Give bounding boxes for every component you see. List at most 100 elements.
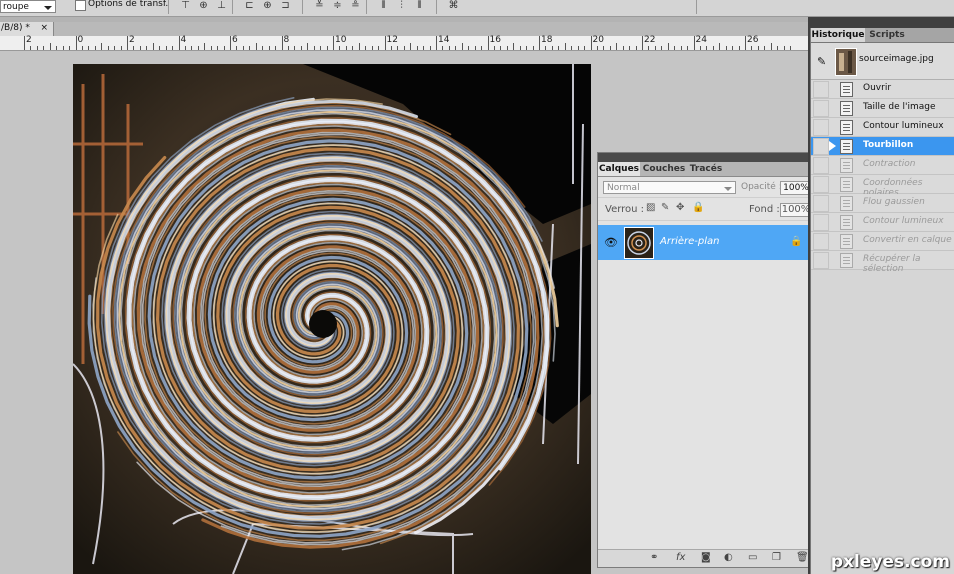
fx-icon[interactable]: fx bbox=[676, 552, 685, 563]
group-folder-icon[interactable]: ▭ bbox=[748, 552, 757, 563]
ruler-major-tick bbox=[436, 36, 437, 50]
tab-couches[interactable]: Couches bbox=[642, 162, 686, 176]
history-snapshot[interactable]: ✎ sourceimage.jpg bbox=[811, 43, 954, 80]
ruler-major-tick bbox=[75, 36, 77, 50]
ruler-minor-tick bbox=[738, 46, 740, 50]
tab-scripts[interactable]: Scripts bbox=[867, 28, 907, 42]
history-source-box[interactable] bbox=[813, 81, 829, 98]
layer-row-background[interactable]: 👁 Arrière-plan 🔒 bbox=[598, 225, 814, 260]
lock-all-icon[interactable]: 🔒 bbox=[692, 202, 704, 213]
align-vcenter-icon[interactable]: ⊕ bbox=[198, 1, 209, 11]
ruler-major-tick bbox=[230, 36, 231, 50]
distribute-left-icon[interactable]: ⫴ bbox=[378, 1, 389, 11]
ruler-major-tick bbox=[693, 36, 695, 50]
distribute-bottom-icon[interactable]: ≗ bbox=[350, 1, 361, 11]
history-state-label: Ouvrir bbox=[863, 83, 892, 93]
eye-icon[interactable]: 👁 bbox=[604, 236, 618, 249]
history-state-8[interactable]: Convertir en calque bbox=[811, 232, 954, 251]
ruler-minor-tick bbox=[719, 43, 721, 50]
mask-icon[interactable]: ◙ bbox=[701, 552, 711, 563]
history-step-icon bbox=[840, 82, 853, 97]
history-state-5[interactable]: Coordonnées polaires bbox=[811, 175, 954, 198]
tab-calques[interactable]: Calques bbox=[598, 162, 640, 176]
history-state-1[interactable]: Taille de l'image bbox=[811, 99, 954, 118]
lock-icon: 🔒 bbox=[790, 236, 803, 247]
transform-options-checkbox[interactable] bbox=[75, 0, 86, 11]
panel-drag-bar[interactable]: ◂◂ bbox=[598, 151, 828, 162]
ruler-minor-tick bbox=[571, 46, 573, 50]
blend-mode-dropdown[interactable]: Normal bbox=[603, 181, 736, 194]
tab-traces[interactable]: Tracés bbox=[688, 162, 724, 176]
document-image[interactable] bbox=[73, 64, 591, 574]
lock-position-icon[interactable]: ✥ bbox=[676, 202, 684, 213]
ruler-minor-tick bbox=[609, 46, 611, 50]
snapshot-brush-icon[interactable]: ✎ bbox=[817, 55, 826, 68]
distribute-right-icon[interactable]: ⫴ bbox=[414, 1, 425, 11]
distribute-top-icon[interactable]: ≚ bbox=[314, 1, 325, 11]
history-step-icon bbox=[840, 215, 853, 230]
distribute-vcenter-icon[interactable]: ≑ bbox=[332, 1, 343, 11]
ruler-minor-tick bbox=[770, 43, 772, 50]
chevron-down-icon bbox=[724, 187, 732, 191]
history-source-box[interactable] bbox=[813, 119, 829, 136]
layer-name[interactable]: Arrière-plan bbox=[660, 236, 719, 247]
history-state-4[interactable]: Contraction bbox=[811, 156, 954, 175]
align-hcenter-icon[interactable]: ⊕ bbox=[262, 1, 273, 11]
ruler-major-tick bbox=[24, 36, 25, 50]
ruler-minor-tick bbox=[622, 46, 624, 50]
history-source-box[interactable] bbox=[813, 157, 829, 174]
close-icon[interactable]: × bbox=[40, 22, 48, 35]
distribute-hcenter-icon[interactable]: ⫶ bbox=[396, 1, 407, 11]
adjustment-icon[interactable]: ◐ bbox=[724, 552, 733, 563]
history-source-box[interactable] bbox=[813, 195, 829, 212]
ruler-minor-tick bbox=[616, 43, 618, 50]
history-state-marker-icon[interactable] bbox=[829, 141, 836, 151]
ruler-minor-tick bbox=[661, 46, 663, 50]
align-top-icon[interactable]: ⊤ bbox=[180, 1, 191, 11]
ruler-minor-tick bbox=[69, 46, 71, 50]
align-left-icon[interactable]: ⊏ bbox=[244, 1, 255, 11]
history-state-9[interactable]: Récupérer la sélection bbox=[811, 251, 954, 274]
ruler-label: 22 bbox=[644, 35, 656, 45]
auto-align-icon[interactable]: ⌘ bbox=[448, 1, 459, 11]
ruler-minor-tick bbox=[545, 46, 547, 50]
auto-select-group-dropdown[interactable]: roupe bbox=[0, 0, 56, 13]
horizontal-ruler[interactable]: 2 0 2 4 6 8 10 12 14 16 18 20 22 24 26 bbox=[0, 36, 808, 51]
ruler-minor-tick bbox=[184, 46, 186, 50]
link-icon[interactable]: ⚭ bbox=[650, 552, 658, 563]
ruler-minor-tick bbox=[159, 46, 161, 50]
tab-historique[interactable]: Historique bbox=[811, 28, 865, 42]
lock-pixels-icon[interactable]: ✎ bbox=[661, 202, 669, 213]
ruler-minor-tick bbox=[210, 46, 212, 50]
lock-transparency-icon[interactable]: ▨ bbox=[646, 202, 655, 213]
ruler-minor-tick bbox=[526, 46, 528, 50]
history-state-6[interactable]: Flou gaussien bbox=[811, 194, 954, 213]
ruler-minor-tick bbox=[294, 46, 296, 50]
ruler-minor-tick bbox=[204, 43, 206, 50]
history-state-0[interactable]: Ouvrir bbox=[811, 80, 954, 99]
align-bottom-icon[interactable]: ⊥ bbox=[216, 1, 227, 11]
ruler-label: 4 bbox=[180, 35, 187, 45]
history-source-box[interactable] bbox=[813, 138, 829, 155]
history-source-box[interactable] bbox=[813, 252, 829, 269]
history-state-3[interactable]: Tourbillon bbox=[811, 137, 954, 156]
document-tab[interactable]: /B/8) * × bbox=[0, 22, 54, 36]
ruler-minor-tick bbox=[429, 46, 431, 50]
ruler-minor-tick bbox=[764, 46, 766, 50]
ruler-minor-tick bbox=[506, 46, 508, 50]
history-source-box[interactable] bbox=[813, 100, 829, 117]
ruler-label: 0 bbox=[77, 35, 84, 45]
ruler-minor-tick bbox=[448, 46, 450, 50]
ruler-label: 14 bbox=[438, 35, 450, 45]
history-source-box[interactable] bbox=[813, 233, 829, 250]
history-source-box[interactable] bbox=[813, 176, 829, 193]
history-source-box[interactable] bbox=[813, 214, 829, 231]
history-state-2[interactable]: Contour lumineux bbox=[811, 118, 954, 137]
history-state-7[interactable]: Contour lumineux bbox=[811, 213, 954, 232]
new-layer-icon[interactable]: ❐ bbox=[772, 552, 781, 563]
ruler-minor-tick bbox=[262, 46, 264, 50]
ruler-minor-tick bbox=[674, 46, 676, 50]
align-right-icon[interactable]: ⊐ bbox=[280, 1, 291, 11]
ruler-minor-tick bbox=[442, 46, 444, 50]
trash-icon[interactable]: 🗑 bbox=[796, 552, 809, 563]
